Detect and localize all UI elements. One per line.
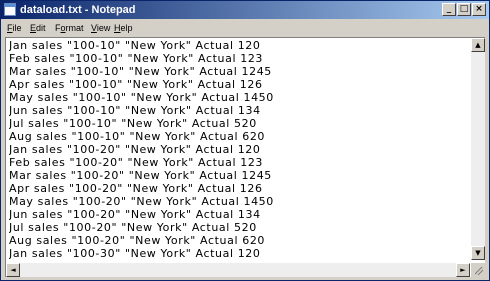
maximize-button[interactable]: □ [457,3,471,16]
window-title: dataload.txt - Notepad [20,4,136,16]
menu-edit[interactable]: Edit [30,21,46,35]
text-editor[interactable]: Jan sales "100-10" "New York" Actual 120… [5,37,485,277]
title-bar[interactable]: dataload.txt - Notepad _ □ × [1,1,489,19]
text-line: May sales "100-20" "New York" Actual 145… [9,195,274,208]
menu-bar: File Edit Format View Help [1,20,489,36]
menu-help[interactable]: Help [114,21,133,35]
menu-view-label: iew [96,23,111,33]
text-line: Jan sales "100-30" "New York" Actual 120 [9,247,261,259]
menu-format-label: rmat [65,23,84,33]
minimize-button[interactable]: _ [442,3,456,16]
text-line: Jun sales "100-20" "New York" Actual 134 [9,208,261,221]
scroll-down-button[interactable]: ▼ [471,246,485,260]
text-line: Mar sales "100-20" "New York" Actual 124… [9,169,272,182]
scroll-left-button[interactable]: ◄ [6,263,20,277]
text-line: Feb sales "100-10" "New York" Actual 123 [9,52,264,65]
text-line: Jul sales "100-20" "New York" Actual 520 [9,221,257,234]
text-line: Jan sales "100-10" "New York" Actual 120 [9,39,261,52]
scroll-up-button[interactable]: ▲ [471,38,485,52]
text-line: Jan sales "100-20" "New York" Actual 120 [9,143,261,156]
text-line: Mar sales "100-10" "New York" Actual 124… [9,65,272,78]
text-line: Feb sales "100-20" "New York" Actual 123 [9,156,264,169]
editor-text-area[interactable]: Jan sales "100-10" "New York" Actual 120… [9,39,467,259]
notepad-window: dataload.txt - Notepad _ □ × File Edit F… [0,0,490,281]
close-button[interactable]: × [472,3,486,16]
horizontal-scrollbar[interactable]: ◄ ► [6,263,470,277]
menu-file[interactable]: File [7,21,22,35]
text-line: Jun sales "100-10" "New York" Actual 134 [9,104,261,117]
text-line: Apr sales "100-20" "New York" Actual 126 [9,182,263,195]
notepad-app-icon[interactable] [4,3,16,16]
resize-grip-icon[interactable] [471,263,485,277]
text-line: May sales "100-10" "New York" Actual 145… [9,91,274,104]
scroll-right-button[interactable]: ► [456,263,470,277]
menu-format[interactable]: Format [55,21,84,35]
menu-file-label: ile [12,23,22,33]
menu-edit-label: dit [36,23,46,33]
text-line: Aug sales "100-10" "New York" Actual 620 [9,130,266,143]
text-line: Aug sales "100-20" "New York" Actual 620 [9,234,266,247]
text-line: Apr sales "100-10" "New York" Actual 126 [9,78,263,91]
vertical-scrollbar[interactable]: ▲ ▼ [471,38,485,260]
menu-view[interactable]: View [91,21,110,35]
menu-help-label: elp [120,23,133,33]
text-line: Jul sales "100-10" "New York" Actual 520 [9,117,257,130]
